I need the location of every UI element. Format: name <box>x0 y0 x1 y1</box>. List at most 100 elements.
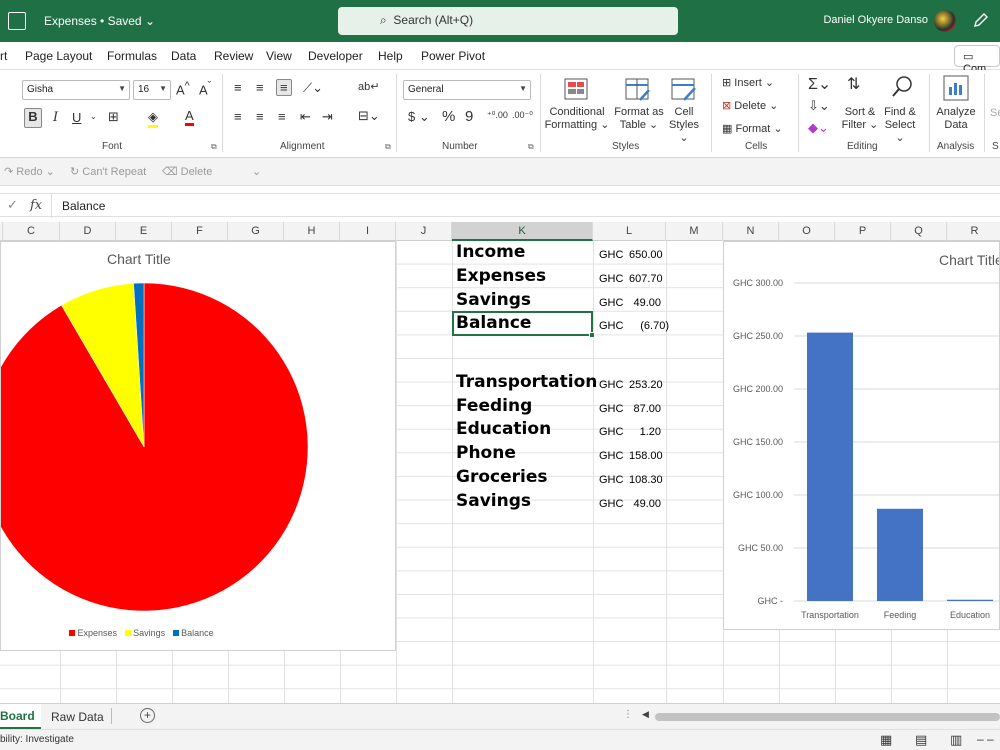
cell-amount[interactable]: GHC 108.30 <box>599 474 663 486</box>
repeat-button[interactable]: ↻ Can't Repeat <box>70 165 146 178</box>
active-cell-selection[interactable] <box>452 311 595 338</box>
wrap-text-icon[interactable]: ab↵ <box>358 80 379 93</box>
dialog-launcher-icon[interactable]: ⧉ <box>528 142 534 152</box>
tab-page-layout[interactable]: Page Layout <box>25 49 92 63</box>
cell-label[interactable]: Groceries <box>456 467 547 487</box>
cell-label[interactable]: Education <box>456 419 551 439</box>
delete-qat-button[interactable]: ⌫ Delete <box>162 165 212 178</box>
sort-filter-button[interactable]: Sort & Filter ⌄ <box>838 106 882 132</box>
cell-amount[interactable]: GHC 49.00 <box>599 297 661 309</box>
align-left-icon[interactable]: ≡ <box>234 109 242 124</box>
column-header[interactable]: P <box>835 222 891 241</box>
increase-indent-icon[interactable]: ⇥ <box>322 109 333 125</box>
column-header[interactable]: F <box>172 222 228 241</box>
tab-developer[interactable]: Developer <box>308 49 363 63</box>
cell-label[interactable]: Savings <box>456 491 531 511</box>
tab-view[interactable]: View <box>266 49 292 63</box>
horizontal-scrollbar[interactable] <box>655 713 1000 721</box>
borders-icon[interactable]: ⊞ <box>108 109 119 125</box>
tab-split-handle[interactable]: ⋮ <box>623 709 633 720</box>
pie-plot[interactable] <box>1 242 397 652</box>
search-box[interactable]: ⌕ Search (Alt+Q) <box>338 7 678 35</box>
cell-label[interactable]: Income <box>456 242 525 262</box>
column-header[interactable]: Q <box>891 222 947 241</box>
increase-decimal-icon[interactable]: ⁺⁰.00 <box>487 110 508 121</box>
page-break-view-icon[interactable]: ▥ <box>950 732 962 748</box>
align-center-icon[interactable]: ≡ <box>256 109 264 124</box>
cell-styles-icon[interactable] <box>670 76 698 104</box>
column-header[interactable]: L <box>593 222 666 241</box>
redo-button[interactable]: ↷ Redo ⌄ <box>4 165 55 178</box>
format-cells-button[interactable]: ▦ Format ⌄ <box>722 122 783 135</box>
column-header[interactable]: E <box>116 222 172 241</box>
conditional-formatting-button[interactable]: Conditional Formatting ⌄ <box>544 106 610 132</box>
tab-power-pivot[interactable]: Power Pivot <box>421 49 485 63</box>
cell-label[interactable]: Transportation <box>456 372 597 392</box>
tab-insert[interactable]: rt <box>0 49 7 63</box>
chevron-down-icon[interactable]: ⌄ <box>90 112 97 121</box>
font-color-icon[interactable]: A <box>185 108 194 126</box>
zoom-out-icon[interactable]: – – <box>977 732 994 746</box>
decrease-indent-icon[interactable]: ⇤ <box>300 109 311 125</box>
column-header[interactable]: M <box>666 222 723 241</box>
fill-icon[interactable]: ⇩⌄ <box>808 98 830 114</box>
percent-icon[interactable]: % <box>442 108 455 125</box>
insert-cells-button[interactable]: ⊞ Insert ⌄ <box>722 76 774 89</box>
customize-qat-icon[interactable]: ⌄ <box>252 165 261 178</box>
comma-icon[interactable]: 9 <box>465 108 473 125</box>
column-header[interactable]: H <box>284 222 340 241</box>
sensitivity-button[interactable]: Se <box>990 107 1000 120</box>
excel-icon[interactable] <box>8 12 26 30</box>
document-title[interactable]: Expenses • Saved ⌄ <box>44 14 155 28</box>
tab-help[interactable]: Help <box>378 49 403 63</box>
merge-center-icon[interactable]: ⊟⌄ <box>358 108 380 124</box>
column-header[interactable]: I <box>340 222 396 241</box>
delete-cells-button[interactable]: ⊠ Delete ⌄ <box>722 99 778 112</box>
column-header[interactable]: D <box>60 222 116 241</box>
format-as-table-icon[interactable] <box>624 76 652 104</box>
column-header-selected[interactable]: K <box>452 222 593 241</box>
comments-button[interactable]: ▭ Com <box>954 45 1000 75</box>
pie-slice-expenses[interactable] <box>1 282 309 612</box>
bold-button[interactable]: B <box>24 108 42 128</box>
cell-amount[interactable]: GHC 158.00 <box>599 450 663 462</box>
format-as-table-button[interactable]: Format as Table ⌄ <box>609 106 669 132</box>
column-header[interactable]: O <box>779 222 835 241</box>
font-size-select[interactable]: 16 ▼ <box>133 80 171 100</box>
cell-amount[interactable]: GHC (6.70) <box>599 320 669 332</box>
scroll-left-icon[interactable]: ◀ <box>642 709 649 720</box>
underline-button[interactable]: U <box>72 110 81 125</box>
decrease-decimal-icon[interactable]: .00⁻⁰ <box>512 110 533 121</box>
cell-amount[interactable]: GHC 87.00 <box>599 403 661 415</box>
bar-chart[interactable]: Chart Title GHC 300.00 GHC 250.00 GHC 200.… <box>723 241 1000 630</box>
align-middle-icon[interactable]: ≡ <box>256 80 264 95</box>
italic-button[interactable]: I <box>53 110 58 125</box>
decrease-font-icon[interactable]: Aˇ <box>199 80 211 97</box>
find-select-button[interactable]: Find & Select ⌄ <box>880 106 920 145</box>
function-icon[interactable]: fx <box>30 198 42 213</box>
bar-plot[interactable]: GHC 300.00 GHC 250.00 GHC 200.00 GHC 150.00… <box>724 242 1000 630</box>
user-name[interactable]: Daniel Okyere Danso <box>823 14 928 26</box>
analyze-data-button[interactable]: Analyze Data <box>934 106 978 132</box>
sort-filter-icon[interactable]: ⇅ <box>847 74 860 94</box>
cell-label[interactable]: Feeding <box>456 396 532 416</box>
bar-feeding[interactable] <box>877 508 923 601</box>
orientation-icon[interactable]: ⟋⌄ <box>303 80 323 96</box>
add-sheet-icon[interactable]: + <box>140 708 155 723</box>
avatar[interactable] <box>934 10 956 32</box>
find-select-icon[interactable] <box>890 74 916 100</box>
fill-handle[interactable] <box>589 332 595 338</box>
bar-education[interactable] <box>947 599 993 601</box>
bar-transportation[interactable] <box>807 332 853 601</box>
fill-color-icon[interactable]: ◈ <box>148 109 158 128</box>
cell-label[interactable]: Phone <box>456 443 516 463</box>
cell-amount[interactable]: GHC 49.00 <box>599 498 661 510</box>
column-header[interactable]: C <box>3 222 60 241</box>
column-header[interactable]: N <box>723 222 779 241</box>
page-layout-view-icon[interactable]: ▤ <box>915 732 927 748</box>
cell-label[interactable]: Savings <box>456 290 531 310</box>
font-name-select[interactable]: Gisha ▼ <box>22 80 130 100</box>
dialog-launcher-icon[interactable]: ⧉ <box>211 142 217 152</box>
cell-amount[interactable]: GHC 650.00 <box>599 249 663 261</box>
column-header[interactable]: G <box>228 222 284 241</box>
